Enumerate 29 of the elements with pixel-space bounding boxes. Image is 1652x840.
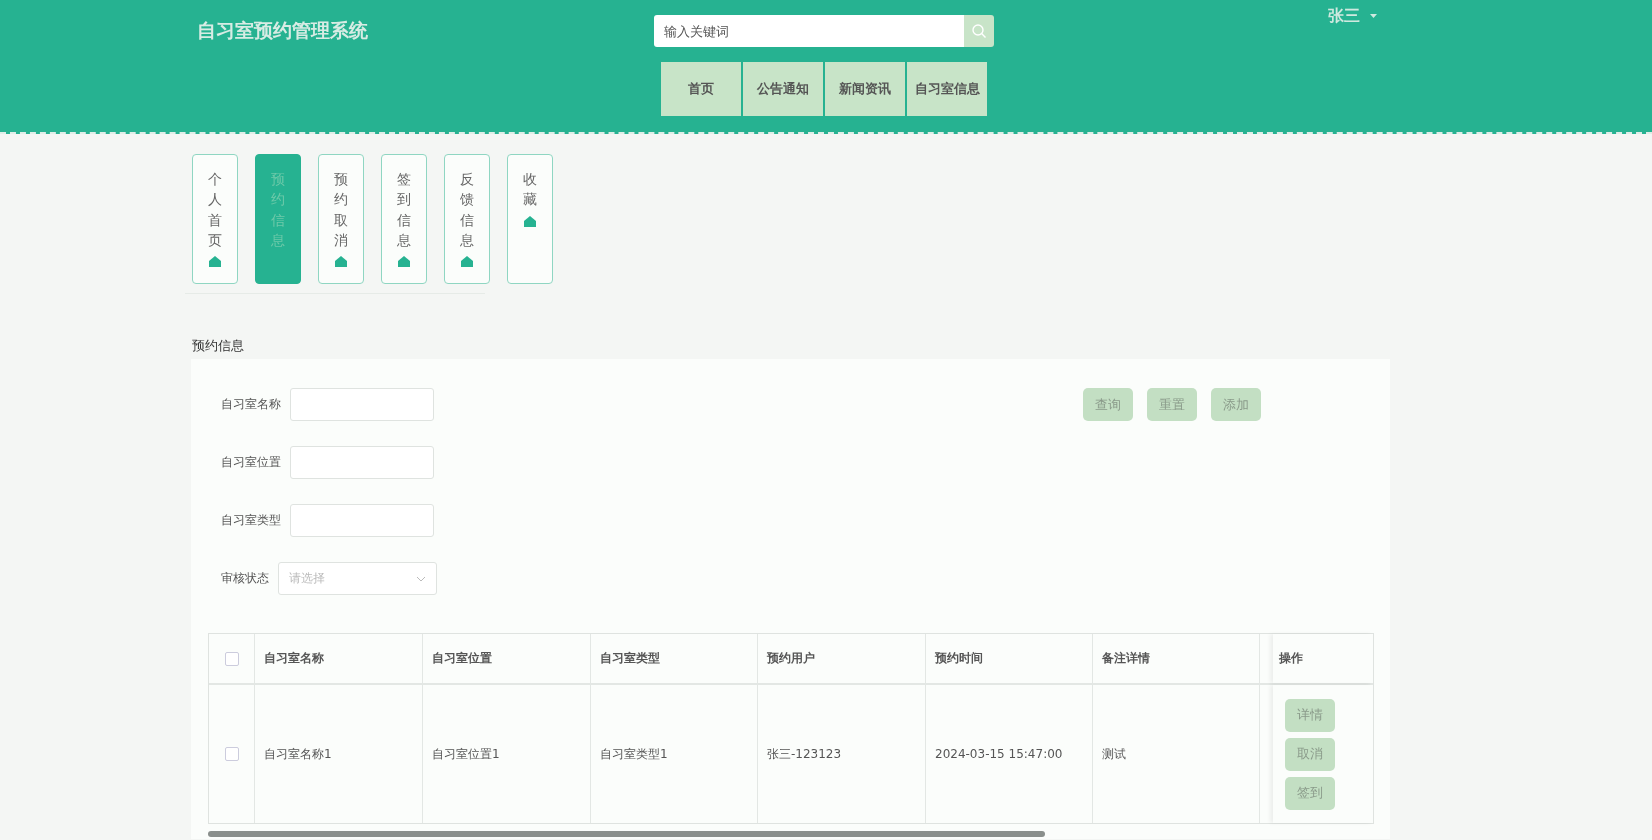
nav-link[interactable]: 新闻资讯	[825, 62, 905, 116]
column-header: 预约用户	[758, 634, 926, 683]
column-header: 备注详情	[1093, 634, 1260, 683]
table-cell: 测试	[1093, 685, 1260, 823]
site-title: 自习室预约管理系统	[197, 18, 369, 43]
nav-link[interactable]: 公告通知	[743, 62, 823, 116]
field-label: 审核状态	[221, 570, 269, 587]
section-title: 预约信息	[192, 337, 245, 355]
table-cell: 自习室位置1	[423, 685, 591, 823]
side-tab[interactable]: 预约取消	[318, 154, 364, 284]
column-header: 操作	[1273, 634, 1373, 683]
search-field[interactable]: 输入关键词	[654, 15, 964, 47]
field-label: 自习室位置	[221, 454, 281, 471]
field-label: 自习室类型	[221, 512, 281, 529]
table-cell: 自习室类型1	[591, 685, 758, 823]
side-tab[interactable]: 个人首页	[192, 154, 238, 284]
field-label: 自习室名称	[221, 396, 281, 413]
side-tab[interactable]: 签到信息	[381, 154, 427, 284]
column-header: 预约时间	[926, 634, 1093, 683]
nav-link[interactable]: 自习室信息	[907, 62, 987, 116]
table-cell: 2024-03-15 15:47:00	[926, 685, 1093, 823]
side-tab[interactable]: 反馈信息	[444, 154, 490, 284]
table-cell: 自习室名称1	[255, 685, 423, 823]
table-cell: 张三-123123	[758, 685, 926, 823]
column-header: 自习室位置	[423, 634, 591, 683]
column-header: 自习室名称	[255, 634, 423, 683]
column-header: 自习室类型	[591, 634, 758, 683]
side-tab[interactable]: 收藏	[507, 154, 553, 284]
nav-link[interactable]: 首页	[661, 62, 741, 116]
